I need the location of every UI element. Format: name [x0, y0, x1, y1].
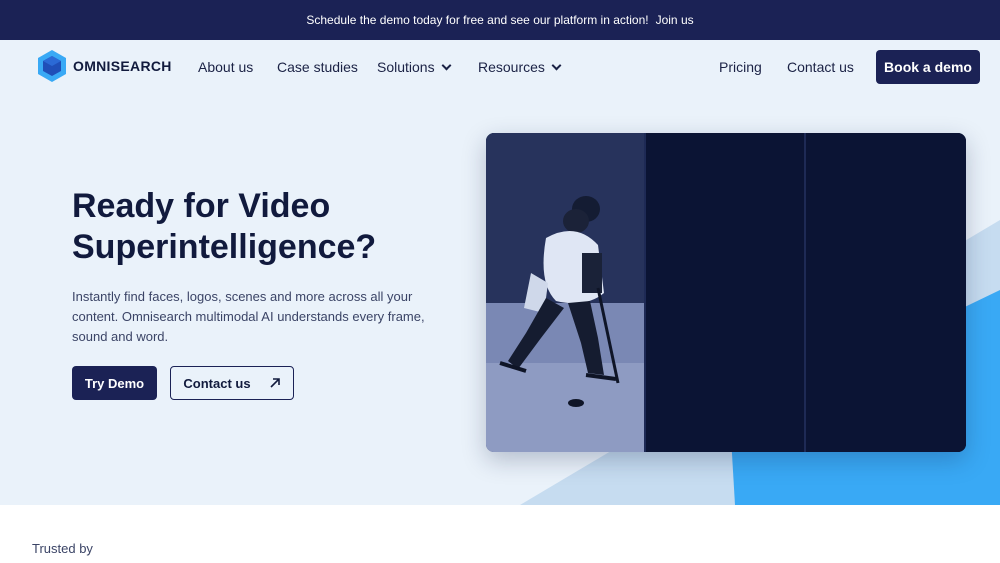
hockey-player-image [486, 133, 644, 452]
nav-resources-label: Resources [478, 59, 545, 75]
try-demo-button[interactable]: Try Demo [72, 366, 157, 400]
brand-logo[interactable]: OMNISEARCH [37, 49, 172, 83]
video-frame-hockey-player [486, 133, 644, 452]
nav-about-us[interactable]: About us [198, 59, 253, 75]
contact-us-label: Contact us [183, 375, 251, 391]
hero-title: Ready for Video Superintelligence? [72, 187, 377, 266]
announcement-bar: Schedule the demo today for free and see… [0, 0, 1000, 40]
hero-description: Instantly find faces, logos, scenes and … [72, 289, 425, 344]
hexagon-cube-icon [38, 50, 66, 82]
video-preview[interactable] [486, 133, 966, 452]
nav-contact-us[interactable]: Contact us [787, 59, 854, 75]
trusted-by-label: Trusted by [32, 541, 93, 556]
nav-solutions[interactable]: Solutions [377, 59, 452, 75]
nav-pricing[interactable]: Pricing [719, 59, 762, 75]
join-us-link[interactable]: Join us [656, 13, 694, 27]
book-demo-button[interactable]: Book a demo [876, 50, 980, 84]
announcement-text: Schedule the demo today for free and see… [306, 13, 649, 27]
nav-resources[interactable]: Resources [478, 59, 562, 75]
chevron-down-icon [441, 60, 452, 70]
video-frame-dark [646, 133, 804, 452]
nav-case-studies[interactable]: Case studies [277, 59, 358, 75]
brand-name: OMNISEARCH [73, 58, 172, 74]
chevron-down-icon [551, 60, 562, 70]
contact-us-button[interactable]: Contact us [170, 366, 294, 400]
arrow-up-right-icon [270, 378, 280, 388]
nav-solutions-label: Solutions [377, 59, 435, 75]
video-frame-dark [806, 133, 966, 452]
